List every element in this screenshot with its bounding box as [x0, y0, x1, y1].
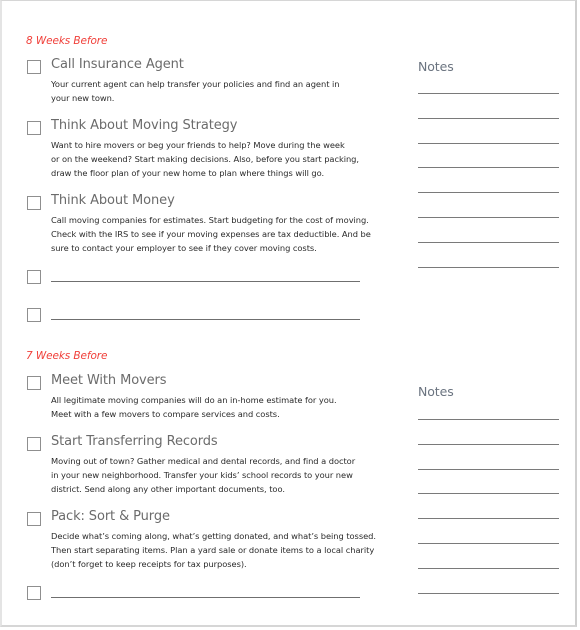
notes-line[interactable]	[418, 419, 559, 420]
description-line: your new town.	[51, 93, 115, 103]
checkbox[interactable]	[27, 512, 41, 526]
checkbox[interactable]	[27, 60, 41, 74]
notes-line[interactable]	[418, 443, 559, 445]
write-in-line[interactable]	[51, 319, 360, 320]
notes-line[interactable]	[418, 167, 559, 169]
notes-line[interactable]	[418, 217, 559, 218]
notes-title: Notes	[418, 59, 454, 74]
notes-line[interactable]	[418, 93, 559, 94]
notes-line[interactable]	[418, 142, 559, 144]
description-line: Moving out of town? Gather medical and d…	[51, 456, 356, 466]
notes-line[interactable]	[418, 117, 559, 119]
item-title: Call Insurance Agent	[51, 57, 184, 72]
notes-title: Notes	[418, 384, 454, 399]
checklist-page: 8 Weeks Before Call Insurance Agent Your…	[0, 0, 577, 627]
description-line: Decide what’s coming along, what’s getti…	[51, 531, 376, 541]
description-line: All legitimate moving companies will do …	[51, 395, 337, 405]
notes-line[interactable]	[418, 518, 559, 520]
checkbox[interactable]	[27, 121, 41, 135]
notes-line[interactable]	[418, 592, 559, 594]
description-line: draw the floor plan of your new home to …	[51, 168, 325, 178]
item-title: Pack: Sort & Purge	[51, 509, 170, 524]
item-description: Your current agent can help transfer you…	[51, 77, 386, 105]
description-line: Meet with a few movers to compare servic…	[51, 409, 280, 419]
description-line: sure to contact your employer to see if …	[51, 243, 317, 253]
notes-line[interactable]	[418, 241, 559, 243]
notes-line[interactable]	[418, 567, 559, 569]
checkbox[interactable]	[27, 308, 41, 322]
notes-line[interactable]	[418, 192, 559, 194]
section-heading-8-weeks: 8 Weeks Before	[26, 35, 108, 47]
checkbox[interactable]	[27, 437, 41, 451]
description-line: (don’t forget to keep receipts for tax p…	[51, 559, 247, 569]
description-line: Call moving companies for estimates. Sta…	[51, 215, 369, 225]
item-description: Decide what’s coming along, what’s getti…	[51, 529, 386, 571]
item-description: Want to hire movers or beg your friends …	[51, 138, 386, 180]
checkbox[interactable]	[27, 376, 41, 390]
notes-line[interactable]	[418, 266, 559, 268]
item-title: Think About Moving Strategy	[51, 118, 238, 133]
notes-line[interactable]	[418, 468, 559, 470]
checkbox[interactable]	[27, 196, 41, 210]
description-line: or on the weekend? Start making decision…	[51, 154, 359, 164]
item-title: Meet With Movers	[51, 373, 167, 388]
description-line: Want to hire movers or beg your friends …	[51, 140, 345, 150]
write-in-line[interactable]	[51, 281, 360, 282]
description-line: district. Send along any other important…	[51, 484, 285, 494]
item-title: Think About Money	[51, 193, 175, 208]
write-in-line[interactable]	[51, 597, 360, 598]
item-description: Moving out of town? Gather medical and d…	[51, 454, 386, 496]
item-title: Start Transferring Records	[51, 434, 218, 449]
description-line: Then start separating items. Plan a yard…	[51, 545, 375, 555]
item-description: All legitimate moving companies will do …	[51, 393, 386, 421]
section-heading-7-weeks: 7 Weeks Before	[26, 350, 108, 362]
description-line: in your new neighborhood. Transfer your …	[51, 470, 353, 480]
checkbox[interactable]	[27, 270, 41, 284]
checkbox[interactable]	[27, 586, 41, 600]
description-line: Check with the IRS to see if your moving…	[51, 229, 371, 239]
description-line: Your current agent can help transfer you…	[51, 79, 340, 89]
notes-line[interactable]	[418, 493, 559, 495]
notes-line[interactable]	[418, 543, 559, 544]
item-description: Call moving companies for estimates. Sta…	[51, 213, 386, 255]
